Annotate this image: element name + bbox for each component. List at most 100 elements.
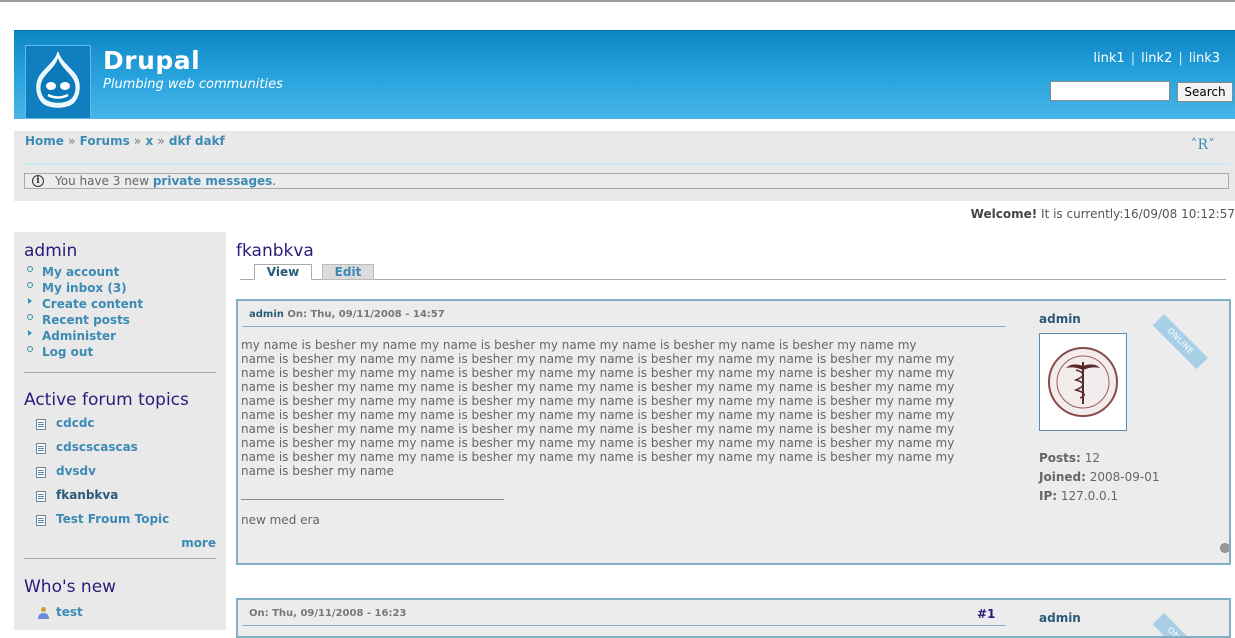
- post-author-link[interactable]: admin: [249, 309, 284, 320]
- forum-topic-link-active[interactable]: fkanbkva: [56, 488, 118, 502]
- post-body-line: name is besher my name my name is besher…: [241, 450, 955, 464]
- ip-label: IP:: [1039, 489, 1058, 503]
- post-signature: new med era: [241, 513, 320, 527]
- info-icon: i: [32, 175, 44, 187]
- breadcrumb-forum[interactable]: dkf dakf: [169, 134, 225, 148]
- current-time: It is currently:16/09/08 10:12:57: [1037, 207, 1235, 221]
- document-icon: [36, 491, 46, 502]
- message-suffix: .: [272, 174, 277, 188]
- user-menu: My account My inbox (3) Create content R…: [24, 265, 143, 361]
- posts-label: Posts:: [1039, 451, 1081, 465]
- breadcrumb-home[interactable]: Home: [25, 134, 64, 148]
- left-sidebar: admin My account My inbox (3) Create con…: [14, 232, 226, 630]
- forum-post: On: Thu, 09/11/2008 - 16:23 #1 admin ONL…: [236, 598, 1231, 638]
- forum-topic-link[interactable]: cdcdc: [56, 416, 95, 430]
- whos-new-title: Who's new: [24, 577, 117, 597]
- forum-topic-link[interactable]: cdscscascas: [56, 440, 138, 454]
- online-badge: ONLINE: [1152, 613, 1208, 636]
- menu-link[interactable]: My account: [42, 265, 119, 279]
- post-body-line: name is besher my name my name is besher…: [241, 380, 955, 394]
- joined-value: 2008-09-01: [1089, 470, 1160, 484]
- post-author-name[interactable]: admin: [1039, 312, 1081, 326]
- menu-link[interactable]: My inbox (3): [42, 281, 127, 295]
- status-message-text: You have 3 new private messages.: [55, 174, 276, 188]
- forum-topic-link[interactable]: dvsdv: [56, 464, 96, 478]
- posts-value: 12: [1084, 451, 1100, 465]
- primary-links: link1 | link2 | link3: [1087, 51, 1226, 66]
- menu-link[interactable]: Recent posts: [42, 313, 130, 327]
- primary-link-1[interactable]: link1: [1087, 51, 1130, 66]
- primary-link-3[interactable]: link3: [1183, 51, 1226, 66]
- menu-item-my-account[interactable]: My account: [24, 265, 143, 281]
- tab-view[interactable]: View: [254, 264, 312, 280]
- forum-topic-link[interactable]: Test Froum Topic: [56, 512, 169, 526]
- post-body-line: name is besher my name my name is besher…: [241, 436, 955, 450]
- divider: [24, 163, 1229, 165]
- collapsed-arrow-icon: [28, 298, 32, 304]
- search-button[interactable]: Search: [1177, 82, 1233, 102]
- forum-topic-item[interactable]: cdscscascas: [36, 440, 169, 464]
- status-message: i You have 3 new private messages.: [24, 173, 1229, 189]
- document-icon: [36, 419, 46, 430]
- search-input[interactable]: [1050, 81, 1170, 101]
- post-author-name[interactable]: admin: [1039, 611, 1081, 625]
- new-user-link[interactable]: test: [56, 605, 83, 619]
- text-resize-control[interactable]: ˄R˅: [1190, 137, 1215, 153]
- post-body-line: name is besher my name my name is besher…: [241, 352, 955, 366]
- primary-link-2[interactable]: link2: [1135, 51, 1178, 66]
- more-link[interactable]: more: [181, 536, 216, 550]
- breadcrumb-area: Home » Forums » x » dkf dakf ˄R˅ i You h…: [14, 131, 1235, 201]
- page-title: fkanbkva: [236, 241, 314, 261]
- forum-topic-item[interactable]: Test Froum Topic: [36, 512, 169, 536]
- drupal-logo[interactable]: [25, 45, 91, 119]
- menu-item-create-content[interactable]: Create content: [24, 297, 143, 313]
- menu-link[interactable]: Log out: [42, 345, 93, 359]
- post-meta: admin On: Thu, 09/11/2008 - 14:57: [249, 309, 445, 320]
- document-icon: [36, 515, 46, 526]
- new-user-item[interactable]: test: [36, 605, 83, 619]
- breadcrumb-separator: »: [133, 134, 142, 148]
- author-joined: Joined: 2008-09-01: [1039, 468, 1159, 487]
- divider: [24, 372, 216, 373]
- post-body: my name is besher my name my name is bes…: [241, 338, 1001, 478]
- user-avatar[interactable]: [1039, 333, 1127, 431]
- bullet-icon: [27, 314, 33, 320]
- breadcrumb-forums[interactable]: Forums: [80, 134, 130, 148]
- forum-topic-item[interactable]: fkanbkva: [36, 488, 169, 512]
- document-icon: [36, 467, 46, 478]
- ip-value: 127.0.0.1: [1060, 489, 1119, 503]
- author-posts: Posts: 12: [1039, 449, 1159, 468]
- bullet-icon: [27, 282, 33, 288]
- menu-link[interactable]: Administer: [42, 329, 116, 343]
- forum-topic-item[interactable]: cdcdc: [36, 416, 169, 440]
- breadcrumb-x[interactable]: x: [145, 134, 153, 148]
- post-body-line: name is besher my name my name is besher…: [241, 408, 955, 422]
- menu-link[interactable]: Create content: [42, 297, 143, 311]
- breadcrumb-separator: »: [157, 134, 165, 148]
- divider: [24, 558, 216, 559]
- online-badge: ONLINE: [1152, 314, 1208, 370]
- menu-item-recent-posts[interactable]: Recent posts: [24, 313, 143, 329]
- site-slogan: Plumbing web communities: [103, 77, 283, 92]
- site-header: Drupal Plumbing web communities link1 | li…: [14, 30, 1235, 119]
- forum-topic-item[interactable]: dvsdv: [36, 464, 169, 488]
- forum-block-title: Active forum topics: [24, 390, 189, 410]
- post-number[interactable]: #1: [977, 607, 995, 621]
- post-date: On: Thu, 09/11/2008 - 14:57: [283, 309, 445, 320]
- chevron-down-icon[interactable]: ˅: [1208, 137, 1215, 153]
- welcome-label: Welcome!: [970, 207, 1038, 221]
- back-to-top-icon[interactable]: [1220, 543, 1229, 553]
- private-messages-link[interactable]: private messages: [153, 174, 273, 188]
- menu-item-my-inbox[interactable]: My inbox (3): [24, 281, 143, 297]
- divider: [242, 625, 1006, 626]
- menu-item-administer[interactable]: Administer: [24, 329, 143, 345]
- site-name[interactable]: Drupal: [103, 46, 200, 75]
- text-resize-label: R: [1197, 137, 1208, 153]
- bullet-icon: [27, 266, 33, 272]
- menu-item-log-out[interactable]: Log out: [24, 345, 143, 361]
- tab-edit[interactable]: Edit: [322, 264, 374, 280]
- post-body-line: name is besher my name: [241, 464, 394, 478]
- breadcrumb: Home » Forums » x » dkf dakf: [25, 134, 225, 148]
- post-body-line: name is besher my name my name is besher…: [241, 394, 955, 408]
- message-prefix: You have 3 new: [55, 174, 153, 188]
